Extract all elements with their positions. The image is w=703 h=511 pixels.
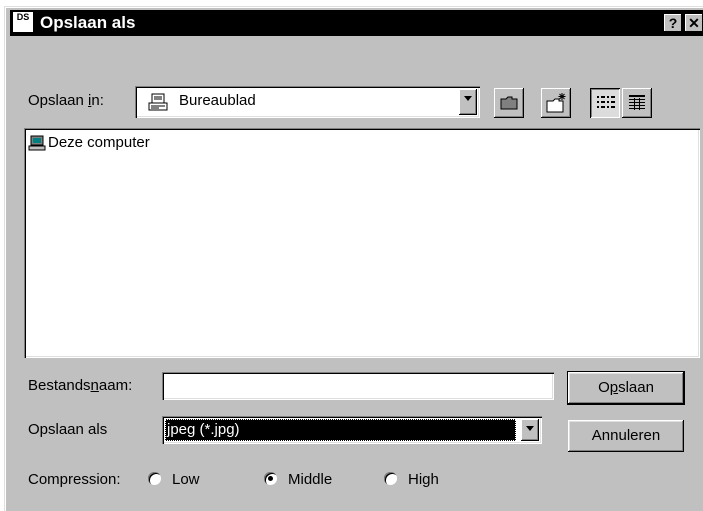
save-in-value: Bureaublad: [179, 92, 256, 109]
help-button[interactable]: ?: [664, 14, 682, 32]
list-item-label: Deze computer: [48, 134, 150, 151]
save-in-label: Opslaan in:: [28, 92, 104, 109]
radio-low-label: Low: [172, 471, 200, 488]
save-as-type-label: Opslaan als: [28, 421, 108, 438]
window-title: Opslaan als: [40, 13, 136, 32]
save-button[interactable]: Opslaan: [567, 371, 685, 405]
radio-high[interactable]: High: [382, 470, 457, 490]
radio-middle[interactable]: Middle: [262, 470, 362, 490]
title-bar[interactable]: DS Opslaan als ? ✕: [10, 10, 703, 36]
details-view-button[interactable]: [622, 88, 652, 118]
save-in-dropdown-arrow[interactable]: [459, 89, 477, 115]
ds-app-icon: DS: [13, 12, 33, 32]
radio-high-circle[interactable]: [384, 472, 397, 485]
save-in-dropdown[interactable]: Bureaublad: [135, 86, 480, 118]
compression-label: Compression:: [28, 471, 121, 488]
computer-icon: [28, 135, 46, 151]
folder-up-icon: [500, 96, 518, 110]
radio-low-circle[interactable]: [148, 472, 161, 485]
save-as-type-arrow[interactable]: [521, 419, 539, 441]
cancel-button[interactable]: Annuleren: [568, 420, 684, 452]
filename-input[interactable]: [162, 372, 554, 400]
details-view-icon: [629, 95, 645, 110]
up-folder-button[interactable]: [494, 88, 524, 118]
file-list[interactable]: Deze computer: [24, 128, 700, 358]
radio-middle-circle[interactable]: [264, 472, 277, 485]
radio-middle-label: Middle: [288, 471, 333, 488]
radio-high-label: High: [408, 471, 439, 488]
close-button[interactable]: ✕: [685, 14, 703, 32]
save-as-type-dropdown[interactable]: jpeg (*.jpg): [162, 416, 542, 444]
save-as-dialog: DS Opslaan als ? ✕ Opslaan in: Bureaubla…: [4, 6, 703, 511]
radio-middle-dot: [268, 476, 273, 481]
new-folder-button[interactable]: [541, 88, 571, 118]
filename-label: Bestandsnaam:: [28, 377, 133, 394]
list-view-button[interactable]: [590, 88, 620, 118]
list-view-icon: [597, 96, 615, 108]
save-as-type-selected: jpeg (*.jpg): [165, 419, 516, 441]
radio-low[interactable]: Low: [146, 470, 221, 490]
new-folder-icon: [546, 93, 566, 113]
desktop-icon: [148, 93, 168, 111]
